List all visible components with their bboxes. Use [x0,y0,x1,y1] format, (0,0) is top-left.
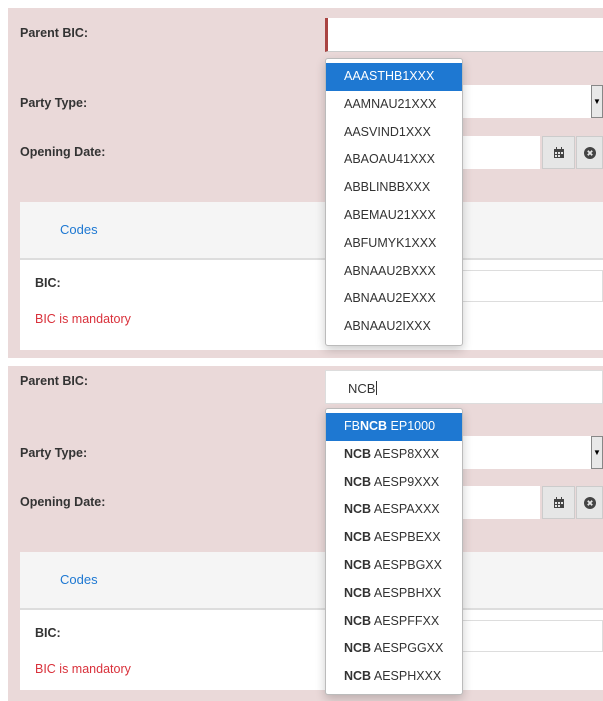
party-type-select[interactable] [463,436,591,469]
option-match-highlight: NCB [344,613,372,628]
option-match-highlight: NCB [344,474,372,489]
party-form-panel-1: Parent BIC: Party Type: ▼ Opening Date: … [8,8,603,358]
dropdown-option[interactable]: NCB AESPGGXX [326,635,462,663]
parent-bic-input[interactable]: NCB [325,370,603,404]
calendar-icon[interactable] [542,136,575,169]
dropdown-option[interactable]: ABFUMYK1XXX [326,230,462,258]
tab-codes[interactable]: Codes [60,222,98,237]
codes-card-header: Codes [20,202,603,260]
parent-bic-value: NCB [348,381,378,396]
select-arrow-icon[interactable]: ▼ [591,85,603,118]
parent-bic-label: Parent BIC: [20,26,89,40]
codes-card-body: BIC: BIC is mandatory [20,610,603,690]
dropdown-option[interactable]: NCB AESPAXXX [326,496,462,524]
dropdown-option[interactable]: NCB AESPHXXX [326,663,462,691]
bic-label: BIC: [35,276,61,290]
dropdown-option[interactable]: NCB AESPFFXX [326,608,462,636]
option-suffix: AESPHXXX [371,669,442,684]
dropdown-option[interactable]: NCB AESPBEXX [326,524,462,552]
dropdown-option[interactable]: ABNAAU2BXXX [326,258,462,286]
option-suffix: AESPBGXX [371,557,442,572]
tab-codes[interactable]: Codes [60,572,98,587]
dropdown-option[interactable]: ABBLINBBXXX [326,174,462,202]
option-prefix: FB [344,419,360,433]
option-suffix: AESP8XXX [371,446,440,461]
dropdown-option[interactable]: ABEMAU21XXX [326,202,462,230]
party-type-select[interactable] [463,85,591,118]
dropdown-option[interactable]: ABNAAU2IXXX [326,313,462,341]
option-suffix: AESPBEXX [371,530,441,545]
dropdown-option[interactable]: FBNCB EP1000 [326,413,462,441]
party-type-label: Party Type: [20,446,88,460]
codes-card-body: BIC: BIC is mandatory [20,260,603,350]
party-form-panel-2: Parent BIC: NCB Party Type: ▼ Opening Da… [8,366,603,701]
bic-input[interactable] [461,270,603,302]
parent-bic-dropdown: FBNCB EP1000 NCB AESP8XXX NCB AESP9XXX NCB … [325,408,463,695]
dropdown-option[interactable]: ABAOAU41XXX [326,146,462,174]
dropdown-option[interactable]: ABNAAU2EXXX [326,285,462,313]
option-match-highlight: NCB [359,419,388,433]
opening-date-label: Opening Date: [20,495,106,509]
dropdown-option[interactable]: NCB AESPBHXX [326,580,462,608]
bic-input[interactable] [461,620,603,652]
option-match-highlight: NCB [344,669,372,684]
option-suffix: AESPAXXX [371,502,440,517]
option-match-highlight: NCB [344,557,372,572]
dropdown-option[interactable]: NCB AESPBGXX [326,552,462,580]
option-match-highlight: NCB [344,585,372,600]
option-suffix: AESPFFXX [371,613,440,628]
option-suffix: AESPGGXX [371,641,444,656]
option-suffix: AESPBHXX [371,585,442,600]
option-match-highlight: NCB [344,446,372,461]
dropdown-option[interactable]: AASVIND1XXX [326,119,462,147]
clear-date-icon[interactable] [576,486,603,519]
codes-card-header: Codes [20,552,603,610]
bic-label: BIC: [35,626,61,640]
parent-bic-label: Parent BIC: [20,374,89,388]
option-match-highlight: NCB [344,502,372,517]
option-match-highlight: NCB [344,641,372,656]
calendar-icon[interactable] [542,486,575,519]
opening-date-label: Opening Date: [20,145,106,159]
dropdown-option[interactable]: NCB AESP8XXX [326,441,462,469]
party-type-label: Party Type: [20,96,88,110]
select-arrow-icon[interactable]: ▼ [591,436,603,469]
option-suffix: EP1000 [387,419,436,433]
option-suffix: AESP9XXX [371,474,440,489]
dropdown-option[interactable]: AAASTHB1XXX [326,63,462,91]
bic-error-message: BIC is mandatory [35,312,131,326]
parent-bic-dropdown: AAASTHB1XXX AAMNAU21XXX AASVIND1XXX ABAOAU4… [325,58,463,346]
bic-error-message: BIC is mandatory [35,662,131,676]
dropdown-option[interactable]: NCB AESP9XXX [326,469,462,497]
dropdown-option[interactable]: AAMNAU21XXX [326,91,462,119]
option-match-highlight: NCB [344,530,372,545]
parent-bic-input[interactable] [325,18,603,52]
clear-date-icon[interactable] [576,136,603,169]
